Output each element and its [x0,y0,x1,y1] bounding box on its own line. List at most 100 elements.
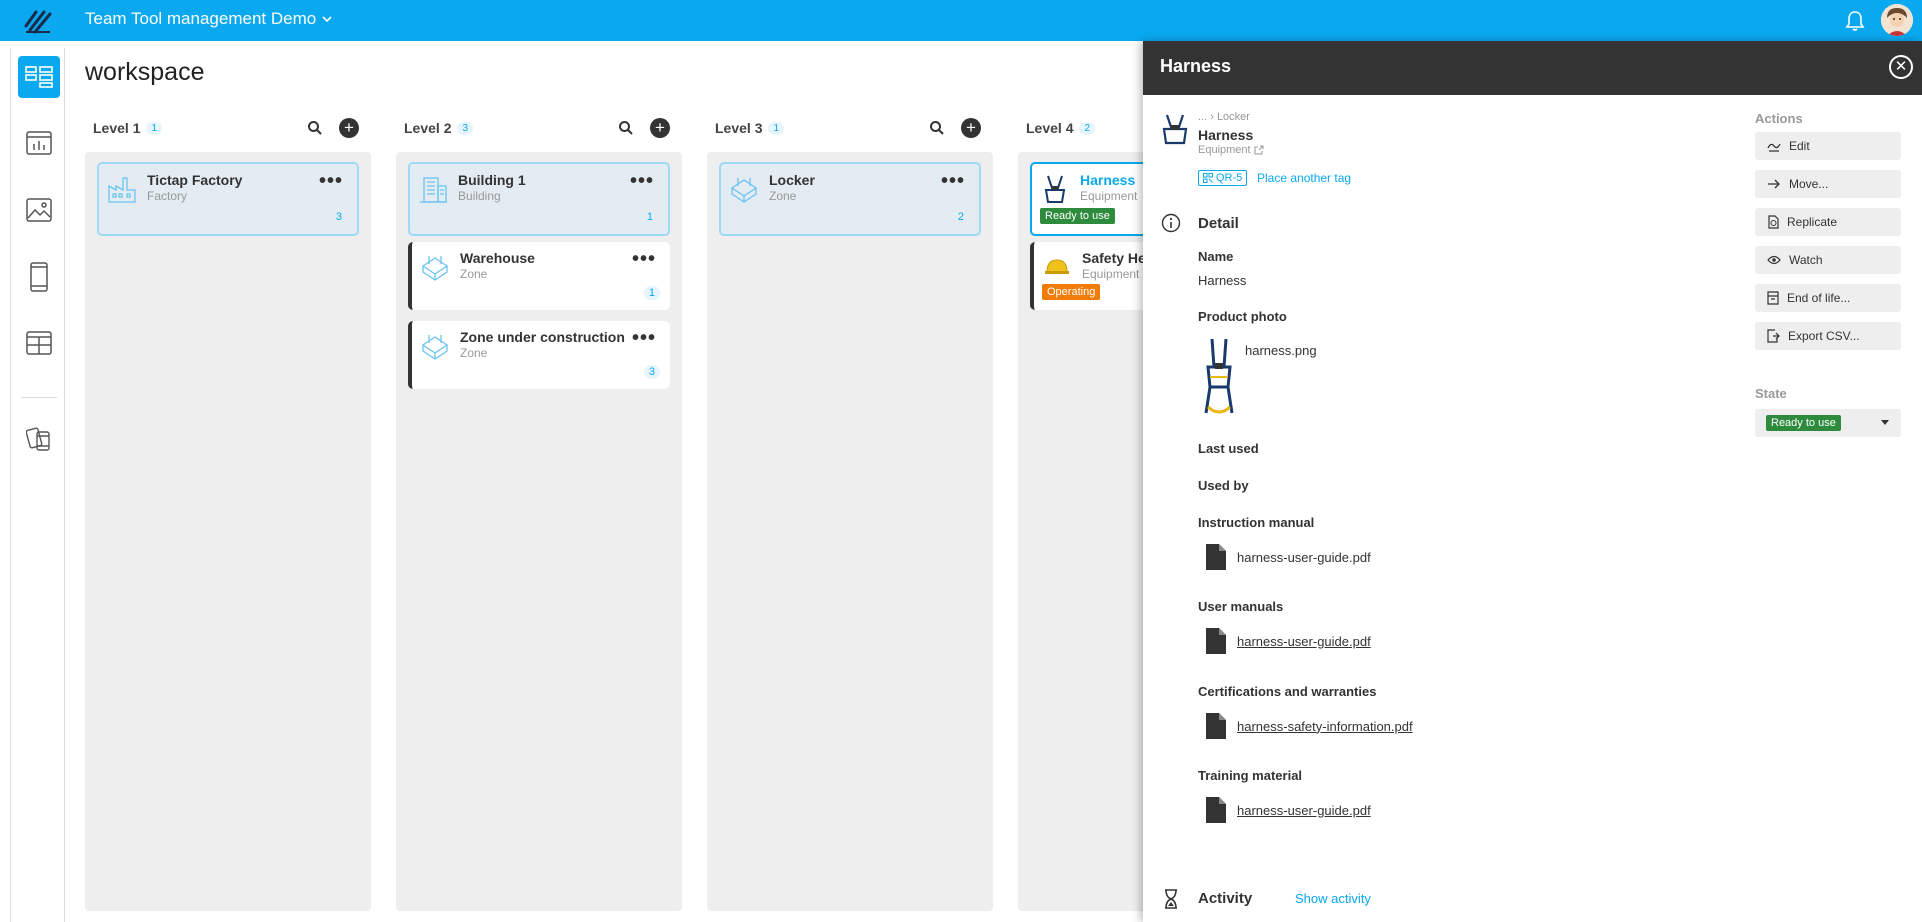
app-logo-icon[interactable] [22,4,54,36]
card-subtitle: Equipment [1082,267,1140,281]
add-button[interactable]: + [339,118,359,138]
column-title: Level 3 [715,120,763,136]
watch-button[interactable]: Watch [1755,246,1901,274]
instruction-manual-file[interactable]: harness-user-guide.pdf [1205,543,1371,571]
show-activity-link[interactable]: Show activity [1295,891,1371,906]
column-title: Level 1 [93,120,141,136]
gallery-image-icon [26,198,52,222]
sidebar-item-gallery[interactable] [18,189,60,231]
card-title: Zone under construction [460,329,625,345]
user-manuals-label: User manuals [1198,599,1284,614]
edit-label: Edit [1789,139,1810,153]
sidebar-item-mobile[interactable] [18,256,60,298]
notification-bell-icon[interactable] [1843,9,1867,33]
last-used-label: Last used [1198,441,1259,456]
zone-icon [421,335,449,360]
building-icon [420,177,447,203]
card-more-icon[interactable]: ••• [632,327,656,350]
app-title: Team Tool management Demo [85,9,317,28]
end-of-life-label: End of life... [1787,291,1851,305]
document-icon [1206,713,1226,739]
card-more-icon[interactable]: ••• [319,170,343,193]
top-bar: Team Tool management Demo [0,0,1922,41]
edit-button[interactable]: Edit [1755,132,1901,160]
card-locker[interactable]: Locker Zone ••• 2 [719,162,981,236]
column-header: Level 2 3 + [396,116,682,140]
replicate-button[interactable]: Replicate [1755,208,1901,236]
column-body: Locker Zone ••• 2 [707,152,993,911]
state-dropdown[interactable]: Ready to use [1755,409,1901,437]
used-by-label: Used by [1198,478,1249,493]
card-warehouse[interactable]: Warehouse Zone ••• 1 [408,242,670,310]
certifications-file[interactable]: harness-safety-information.pdf [1205,712,1413,740]
replicate-icon [1768,215,1779,229]
search-icon[interactable] [929,120,945,136]
sidebar-item-layout[interactable] [18,322,60,364]
sidebar-item-workspace[interactable] [18,56,60,98]
export-csv-button[interactable]: Export CSV... [1755,322,1901,350]
card-count: 1 [643,286,660,300]
card-title: Tictap Factory [147,172,243,188]
detail-heading: Detail [1198,215,1239,232]
level-column: Level 2 3 + Building 1 Building ••• 1 Wa… [396,108,682,911]
certifications-link[interactable]: harness-safety-information.pdf [1237,719,1413,734]
archive-icon [1767,291,1779,305]
training-material-file[interactable]: harness-user-guide.pdf [1205,796,1371,824]
card-more-icon[interactable]: ••• [941,170,965,193]
devices-tags-icon [26,427,50,451]
card-more-icon[interactable]: ••• [632,248,656,271]
item-type[interactable]: Equipment [1198,144,1264,156]
document-icon [1206,628,1226,654]
info-icon [1161,213,1181,233]
zone-icon [730,178,758,203]
user-manuals-file[interactable]: harness-user-guide.pdf [1205,627,1371,655]
actions-section: Actions Edit Move... Replicate Watch End… [1755,111,1915,360]
product-photo-filename[interactable]: harness.png [1245,343,1317,358]
add-button[interactable]: + [650,118,670,138]
search-icon[interactable] [307,120,323,136]
column-body: Building 1 Building ••• 1 Warehouse Zone… [396,152,682,911]
card-title: Building 1 [458,172,526,188]
column-count-badge: 2 [1079,121,1096,135]
card-tictap-factory[interactable]: Tictap Factory Factory ••• 3 [97,162,359,236]
end-of-life-button[interactable]: End of life... [1755,284,1901,312]
card-count: 3 [643,365,660,379]
add-button[interactable]: + [961,118,981,138]
chevron-down-icon [322,16,332,23]
export-csv-label: Export CSV... [1788,329,1860,343]
move-label: Move... [1789,177,1829,191]
sidebar-item-devices[interactable] [18,418,60,460]
harness-photo[interactable] [1202,337,1236,417]
search-icon[interactable] [618,120,634,136]
user-avatar[interactable] [1881,4,1913,36]
training-material-link[interactable]: harness-user-guide.pdf [1237,803,1371,818]
item-name: Harness [1198,127,1254,143]
instruction-manual-label: Instruction manual [1198,515,1315,530]
card-building-1[interactable]: Building 1 Building ••• 1 [408,162,670,236]
breadcrumb[interactable]: ... › Locker [1198,111,1250,123]
column-count-badge: 1 [768,121,785,135]
card-zone-under-construction[interactable]: Zone under construction Zone ••• 3 [408,321,670,389]
close-button[interactable]: ✕ [1889,55,1913,79]
sidebar-divider [21,397,57,398]
workspace-selector[interactable]: Team Tool management Demo [85,9,332,29]
move-button[interactable]: Move... [1755,170,1901,198]
page-title: workspace [85,58,205,86]
external-link-icon [1254,145,1264,155]
qr-tag-badge[interactable]: QR-5 [1198,170,1248,186]
hourglass-icon [1165,889,1177,909]
state-value-badge: Ready to use [1766,415,1841,431]
card-more-icon[interactable]: ••• [630,170,654,193]
name-value: Harness [1198,273,1247,288]
card-subtitle: Equipment [1080,189,1138,203]
sidebar-item-dashboard[interactable] [18,122,60,164]
edit-icon [1767,143,1781,152]
factory-icon [108,177,136,203]
user-manuals-link[interactable]: harness-user-guide.pdf [1237,634,1371,649]
panel-title: Harness [1160,56,1232,76]
panel-header: Harness ✕ [1143,41,1922,95]
detail-panel: Harness ✕ ... › Locker Harness Equipment… [1143,41,1922,922]
workspace-board-icon [25,66,53,88]
place-another-tag-link[interactable]: Place another tag [1257,171,1351,185]
column-count-badge: 3 [457,121,474,135]
